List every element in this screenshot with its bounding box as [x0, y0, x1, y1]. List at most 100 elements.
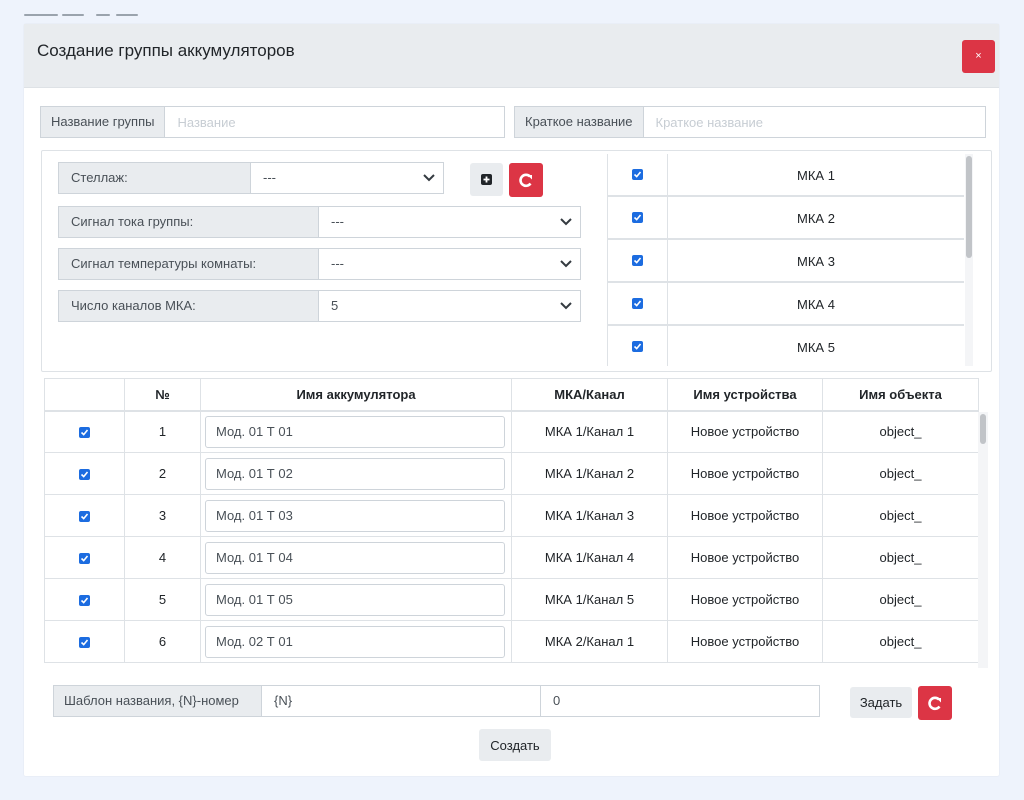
rack-group: Стеллаж: ---	[58, 162, 444, 194]
row-device: Новое устройство	[667, 620, 823, 663]
row-object: object_	[822, 494, 979, 537]
header-device-name[interactable]: Имя устройства	[667, 378, 823, 412]
table-header-row: № Имя аккумулятора МКА/Канал Имя устройс…	[44, 378, 979, 412]
close-icon: ×	[975, 50, 982, 62]
reset-rack-button[interactable]	[509, 163, 543, 197]
mka-channels-label: Число каналов МКА:	[58, 290, 319, 322]
mka-item-label: МКА 4	[797, 297, 835, 312]
row-number: 3	[124, 494, 201, 537]
row-name-cell: Мод. 01 Т 05	[200, 578, 512, 621]
battery-name-input[interactable]: Мод. 01 Т 02	[205, 457, 505, 490]
add-rack-button[interactable]	[470, 163, 503, 196]
mka-list-item[interactable]: МКА 2	[608, 196, 964, 239]
row-checkbox[interactable]	[79, 595, 90, 607]
group-name-group: Название группы	[40, 106, 506, 138]
apply-template-button[interactable]: Задать	[850, 687, 912, 718]
row-checkbox-cell	[44, 578, 125, 621]
mka-list-item[interactable]: МКА 3	[608, 239, 964, 282]
rack-select[interactable]: ---	[251, 162, 444, 194]
current-signal-value: ---	[331, 214, 344, 229]
mka-checkbox-cell	[608, 197, 668, 238]
mka-list-scrollbar-thumb[interactable]	[966, 156, 972, 258]
current-signal-select[interactable]: ---	[319, 206, 581, 238]
row-name-cell: Мод. 02 Т 01	[200, 620, 512, 663]
row-number: 2	[124, 452, 201, 495]
table-scrollbar-thumb[interactable]	[980, 414, 986, 444]
chevron-down-icon	[560, 260, 572, 268]
header-number[interactable]: №	[124, 378, 201, 412]
mka-list-item[interactable]: МКА 1	[608, 154, 964, 196]
row-name-cell: Мод. 01 Т 01	[200, 410, 512, 453]
row-checkbox[interactable]	[79, 511, 90, 523]
background-fragment	[24, 0, 144, 24]
row-device: Новое устройство	[667, 410, 823, 453]
row-checkbox[interactable]	[79, 553, 90, 565]
row-channel: МКА 2/Канал 1	[511, 620, 668, 663]
row-number: 5	[124, 578, 201, 621]
row-channel: МКА 1/Канал 4	[511, 536, 668, 579]
short-name-group: Краткое название	[514, 106, 986, 138]
header-mka-channel[interactable]: МКА/Канал	[511, 378, 668, 412]
temp-signal-select[interactable]: ---	[319, 248, 581, 280]
row-channel: МКА 1/Канал 2	[511, 452, 668, 495]
mka-checkbox-cell	[608, 240, 668, 281]
chevron-down-icon	[423, 174, 435, 182]
battery-name-input[interactable]: Мод. 01 Т 03	[205, 499, 505, 532]
mka-checkbox[interactable]	[632, 169, 643, 180]
current-signal-group: Сигнал тока группы: ---	[58, 206, 581, 238]
row-number: 4	[124, 536, 201, 579]
mka-item-label: МКА 1	[797, 168, 835, 183]
row-name-cell: Мод. 01 Т 02	[200, 452, 512, 495]
mka-channels-select[interactable]: 5	[319, 290, 581, 322]
header-battery-name[interactable]: Имя аккумулятора	[200, 378, 512, 412]
mka-list-scrollbar[interactable]	[965, 154, 973, 366]
row-device: Новое устройство	[667, 578, 823, 621]
refresh-icon	[519, 173, 532, 188]
mka-checkbox[interactable]	[632, 341, 643, 352]
plus-square-icon	[481, 174, 492, 185]
modal-header: Создание группы аккумуляторов ×	[24, 24, 999, 88]
row-checkbox-cell	[44, 410, 125, 453]
reset-template-button[interactable]	[918, 686, 952, 720]
close-button[interactable]: ×	[962, 40, 995, 73]
table-row: 5 Мод. 01 Т 05 МКА 1/Канал 5 Новое устро…	[44, 578, 979, 621]
row-object: object_	[822, 578, 979, 621]
short-name-label: Краткое название	[514, 106, 644, 138]
battery-name-input[interactable]: Мод. 01 Т 01	[205, 415, 505, 448]
mka-checkbox-cell	[608, 283, 668, 324]
row-object: object_	[822, 536, 979, 579]
battery-name-input[interactable]: Мод. 01 Т 05	[205, 583, 505, 616]
mka-list: МКА 1 МКА 2 МКА 3 МКА 4 МКА 5	[607, 154, 973, 366]
battery-name-input[interactable]: Мод. 02 Т 01	[205, 625, 505, 658]
mka-item-label: МКА 3	[797, 254, 835, 269]
temp-signal-value: ---	[331, 256, 344, 271]
row-checkbox[interactable]	[79, 427, 90, 439]
modal-title: Создание группы аккумуляторов	[37, 41, 295, 60]
battery-table: № Имя аккумулятора МКА/Канал Имя устройс…	[44, 378, 979, 663]
mka-channels-group: Число каналов МКА: 5	[58, 290, 581, 322]
rack-select-value: ---	[263, 170, 276, 185]
name-template-label: Шаблон названия, {N}-номер	[53, 685, 262, 717]
rack-label: Стеллаж:	[58, 162, 251, 194]
row-checkbox[interactable]	[79, 469, 90, 481]
short-name-input[interactable]	[643, 106, 986, 138]
battery-name-input[interactable]: Мод. 01 Т 04	[205, 541, 505, 574]
mka-checkbox[interactable]	[632, 255, 643, 266]
mka-checkbox[interactable]	[632, 298, 643, 309]
header-object-name[interactable]: Имя объекта	[822, 378, 979, 412]
start-number-input[interactable]: 0	[541, 685, 820, 717]
row-checkbox[interactable]	[79, 637, 90, 649]
header-select	[44, 378, 125, 412]
table-scrollbar[interactable]	[978, 412, 988, 668]
mka-list-item[interactable]: МКА 4	[608, 282, 964, 325]
mka-checkbox[interactable]	[632, 212, 643, 223]
row-checkbox-cell	[44, 452, 125, 495]
mka-checkbox-cell	[608, 326, 668, 366]
group-name-input[interactable]	[165, 106, 506, 138]
row-object: object_	[822, 620, 979, 663]
mka-list-item[interactable]: МКА 5	[608, 325, 964, 366]
name-template-input[interactable]: {N}	[262, 685, 541, 717]
table-row: 1 Мод. 01 Т 01 МКА 1/Канал 1 Новое устро…	[44, 410, 979, 453]
create-button[interactable]: Создать	[479, 729, 551, 761]
row-device: Новое устройство	[667, 452, 823, 495]
